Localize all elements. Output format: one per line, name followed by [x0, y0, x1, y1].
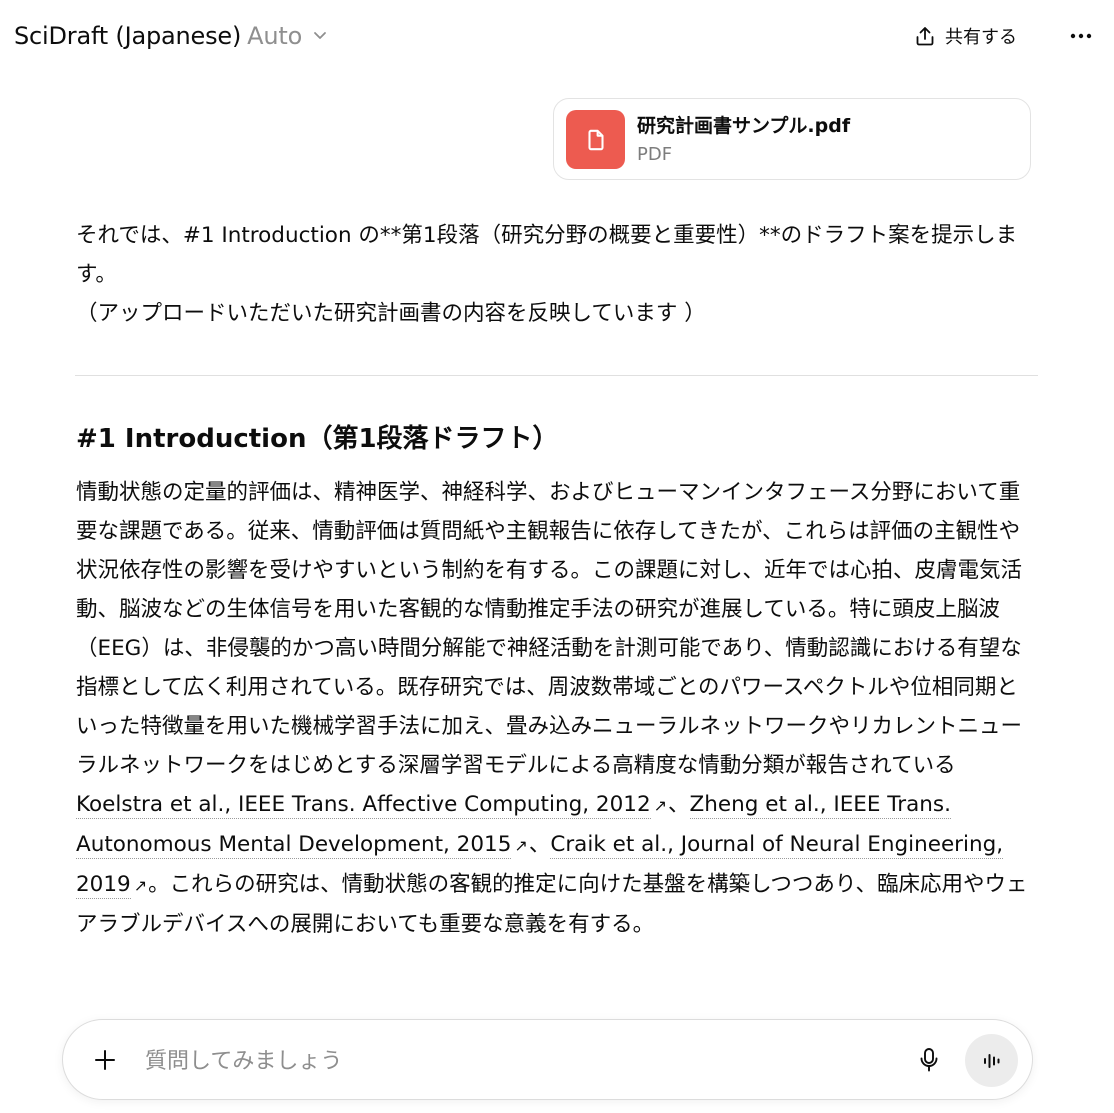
chevron-down-icon [313, 32, 326, 39]
intro-line-1: それでは、#1 Introduction の**第1段落（研究分野の概要と重要性… [76, 223, 1018, 287]
paragraph-text: 情動状態の定量的評価は、精神医学、神経科学、およびヒューマンインタフェース分野に… [76, 480, 1023, 778]
external-link-icon: ↗ [653, 796, 668, 815]
voice-waveform-icon [983, 1053, 999, 1068]
draft-paragraph: 情動状態の定量的評価は、精神医学、神経科学、およびヒューマンインタフェース分野に… [76, 473, 1038, 944]
share-upload-icon [916, 27, 934, 46]
more-options-button[interactable] [1066, 22, 1096, 50]
assistant-intro: それでは、#1 Introduction の**第1段落（研究分野の概要と重要性… [76, 216, 1038, 333]
citation-separator: 、 [528, 832, 551, 857]
file-icon-tile [566, 110, 625, 169]
file-type: PDF [637, 144, 673, 165]
share-button[interactable]: 共有する [913, 20, 1017, 52]
more-horizontal-icon [1070, 33, 1092, 39]
section-heading: #1 Introduction（第1段落ドラフト） [76, 424, 559, 454]
divider [75, 375, 1038, 376]
voice-mode-button[interactable] [965, 1034, 1018, 1087]
message-composer [62, 1019, 1033, 1100]
document-icon [587, 129, 604, 150]
app-title: SciDraft (Japanese) [14, 22, 242, 50]
add-attachment-button[interactable] [89, 1044, 121, 1076]
citation-link-1[interactable]: Koelstra et al., IEEE Trans. Affective C… [76, 792, 651, 819]
citation-separator: 、 [668, 792, 690, 817]
external-link-icon: ↗ [133, 876, 148, 895]
share-label: 共有する [945, 27, 1017, 48]
attachment-card[interactable]: 研究計画書サンプル.pdf PDF [553, 98, 1031, 180]
model-mode: Auto [247, 22, 303, 50]
dictation-button[interactable] [914, 1045, 944, 1075]
external-link-icon: ↗ [514, 836, 528, 855]
intro-line-2: （アップロードいただいた研究計画書の内容を反映しています ） [76, 301, 706, 326]
paragraph-tail: 。これらの研究は、情動状態の客観的推定に向けた基盤を構築しつつあり、臨床応用やウ… [76, 872, 1028, 937]
file-name: 研究計画書サンプル.pdf [637, 115, 851, 137]
microphone-icon [920, 1048, 938, 1072]
model-selector[interactable]: SciDraft (Japanese) Auto [14, 20, 328, 52]
top-bar: SciDraft (Japanese) Auto 共有する [0, 0, 1114, 72]
plus-icon [95, 1050, 115, 1070]
chat-input[interactable] [143, 1040, 907, 1082]
